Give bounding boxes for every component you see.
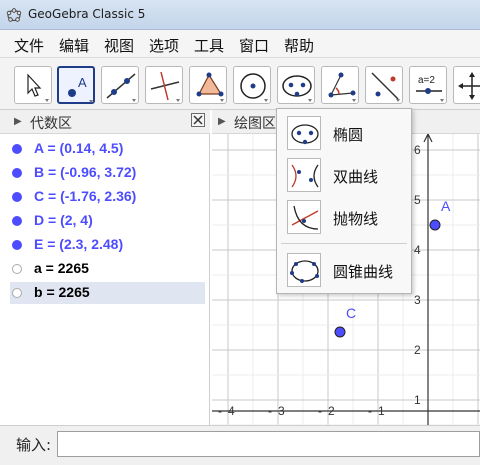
polygon-icon xyxy=(196,72,224,102)
point-icon: A xyxy=(68,75,93,103)
point-tool-label: A xyxy=(78,75,87,90)
dropdown-item-conic-through-five-points[interactable]: 圆锥曲线 xyxy=(281,250,409,290)
collapse-triangle-icon[interactable]: ▶ xyxy=(14,116,22,127)
point-c[interactable] xyxy=(334,326,346,338)
y-tick-label: 6 xyxy=(414,143,421,157)
algebra-item[interactable]: D = (2, 4) xyxy=(10,210,205,232)
x-tick-label: - xyxy=(318,404,322,418)
x-tick-label: - xyxy=(268,404,272,418)
input-label: 输入: xyxy=(16,436,52,454)
menu-edit[interactable]: 编辑 xyxy=(59,35,89,56)
move-view-arrows-icon xyxy=(458,72,480,100)
move-tool-button[interactable] xyxy=(14,66,52,104)
dropdown-separator xyxy=(281,243,407,244)
polygon-tool-button[interactable] xyxy=(189,66,227,104)
parabola-icon xyxy=(287,200,321,234)
algebra-item[interactable]: a = 2265 xyxy=(10,258,205,280)
algebra-view-header: ▶ 代数区 xyxy=(0,110,210,134)
conic-five-points-icon xyxy=(287,253,321,287)
x-tick-label: 3 xyxy=(278,404,285,418)
dropdown-item-parabola[interactable]: 抛物线 xyxy=(281,197,409,237)
algebra-item-text: C = (-1.76, 2.36) xyxy=(34,188,137,204)
dropdown-item-label: 双曲线 xyxy=(333,168,379,186)
y-tick-label: 3 xyxy=(414,293,421,307)
circle-with-center-icon xyxy=(240,73,268,102)
reflect-tool-button[interactable] xyxy=(365,66,403,104)
menu-view[interactable]: 视图 xyxy=(104,35,134,56)
x-tick-label: 2 xyxy=(328,404,335,418)
slider-tool-label: a=2 xyxy=(418,75,435,86)
point-a[interactable] xyxy=(429,219,441,231)
menu-options[interactable]: 选项 xyxy=(149,35,179,56)
ellipse-icon xyxy=(287,116,321,150)
algebra-item[interactable]: A = (0.14, 4.5) xyxy=(10,138,205,160)
visibility-dot-icon[interactable] xyxy=(12,192,22,202)
angle-icon xyxy=(328,72,356,102)
dropdown-item-label: 圆锥曲线 xyxy=(333,263,394,281)
line-tool-button[interactable] xyxy=(101,66,139,104)
slider-tool-button[interactable]: a=2 xyxy=(409,66,447,104)
cursor-arrow-icon xyxy=(27,73,49,102)
point-tool-button[interactable]: A xyxy=(57,66,95,104)
algebra-item-text: b = 2265 xyxy=(34,284,90,300)
y-tick-label: 1 xyxy=(414,393,421,407)
y-tick-label: 5 xyxy=(414,193,421,207)
slider-icon: a=2 xyxy=(416,75,444,102)
geogebra-logo-icon xyxy=(6,8,22,22)
close-icon[interactable] xyxy=(191,113,205,127)
conic-tools-dropdown: 椭圆 双曲线 抛物线 圆锥曲线 xyxy=(276,108,412,294)
angle-tool-button[interactable] xyxy=(321,66,359,104)
hidden-dot-icon[interactable] xyxy=(12,264,22,274)
input-bar: 输入: xyxy=(0,425,480,465)
ellipse-icon xyxy=(282,75,312,102)
algebra-item-text: E = (2.3, 2.48) xyxy=(34,236,124,252)
visibility-dot-icon[interactable] xyxy=(12,144,22,154)
x-tick-label: - xyxy=(218,404,222,418)
reflect-about-line-icon xyxy=(371,72,400,102)
y-tick-label: 4 xyxy=(414,243,421,257)
algebra-item-text: a = 2265 xyxy=(34,260,89,276)
algebra-view: ▶ 代数区 A = (0.14, 4.5) B = (-0.96, 3.72) C … xyxy=(0,110,210,425)
algebra-item[interactable]: b = 2265 xyxy=(10,282,205,304)
window-title: GeoGebra Classic 5 xyxy=(28,7,146,21)
hyperbola-icon xyxy=(287,158,321,192)
line-through-points-icon xyxy=(106,73,136,102)
dropdown-item-hyperbola[interactable]: 双曲线 xyxy=(281,155,409,195)
collapse-triangle-icon[interactable]: ▶ xyxy=(218,116,226,127)
algebra-item-text: B = (-0.96, 3.72) xyxy=(34,164,137,180)
input-field[interactable] xyxy=(57,431,480,457)
perpendicular-line-icon xyxy=(150,71,180,102)
menu-window[interactable]: 窗口 xyxy=(239,35,269,56)
point-label: C xyxy=(346,305,356,321)
y-tick-label: 2 xyxy=(414,343,421,357)
menu-help[interactable]: 帮助 xyxy=(284,35,314,56)
algebra-item-text: D = (2, 4) xyxy=(34,212,93,228)
menu-tools[interactable]: 工具 xyxy=(194,35,224,56)
algebra-item[interactable]: B = (-0.96, 3.72) xyxy=(10,162,205,184)
algebra-item[interactable]: E = (2.3, 2.48) xyxy=(10,234,205,256)
point-label: A xyxy=(441,198,451,214)
title-bar: GeoGebra Classic 5 xyxy=(0,0,480,30)
circle-tool-button[interactable] xyxy=(233,66,271,104)
x-tick-label: 1 xyxy=(378,404,385,418)
perpendicular-line-tool-button[interactable] xyxy=(145,66,183,104)
dropdown-item-label: 抛物线 xyxy=(333,210,379,228)
x-tick-label: - xyxy=(368,404,372,418)
visibility-dot-icon[interactable] xyxy=(12,216,22,226)
dropdown-item-ellipse[interactable]: 椭圆 xyxy=(281,113,409,153)
menu-file[interactable]: 文件 xyxy=(14,35,44,56)
menu-bar: 文件 编辑 视图 选项 工具 窗口 帮助 xyxy=(0,30,480,58)
algebra-item-text: A = (0.14, 4.5) xyxy=(34,140,124,156)
hidden-dot-icon[interactable] xyxy=(12,288,22,298)
visibility-dot-icon[interactable] xyxy=(12,168,22,178)
visibility-dot-icon[interactable] xyxy=(12,240,22,250)
graphics-view-title: 绘图区 xyxy=(234,116,276,132)
dropdown-item-label: 椭圆 xyxy=(333,126,364,144)
conic-tool-button[interactable] xyxy=(277,66,315,104)
move-graphics-tool-button[interactable] xyxy=(453,66,480,104)
algebra-item[interactable]: C = (-1.76, 2.36) xyxy=(10,186,205,208)
x-tick-label: 4 xyxy=(228,404,235,418)
toolbar: A a=2 xyxy=(0,58,480,110)
algebra-view-title: 代数区 xyxy=(30,116,72,132)
